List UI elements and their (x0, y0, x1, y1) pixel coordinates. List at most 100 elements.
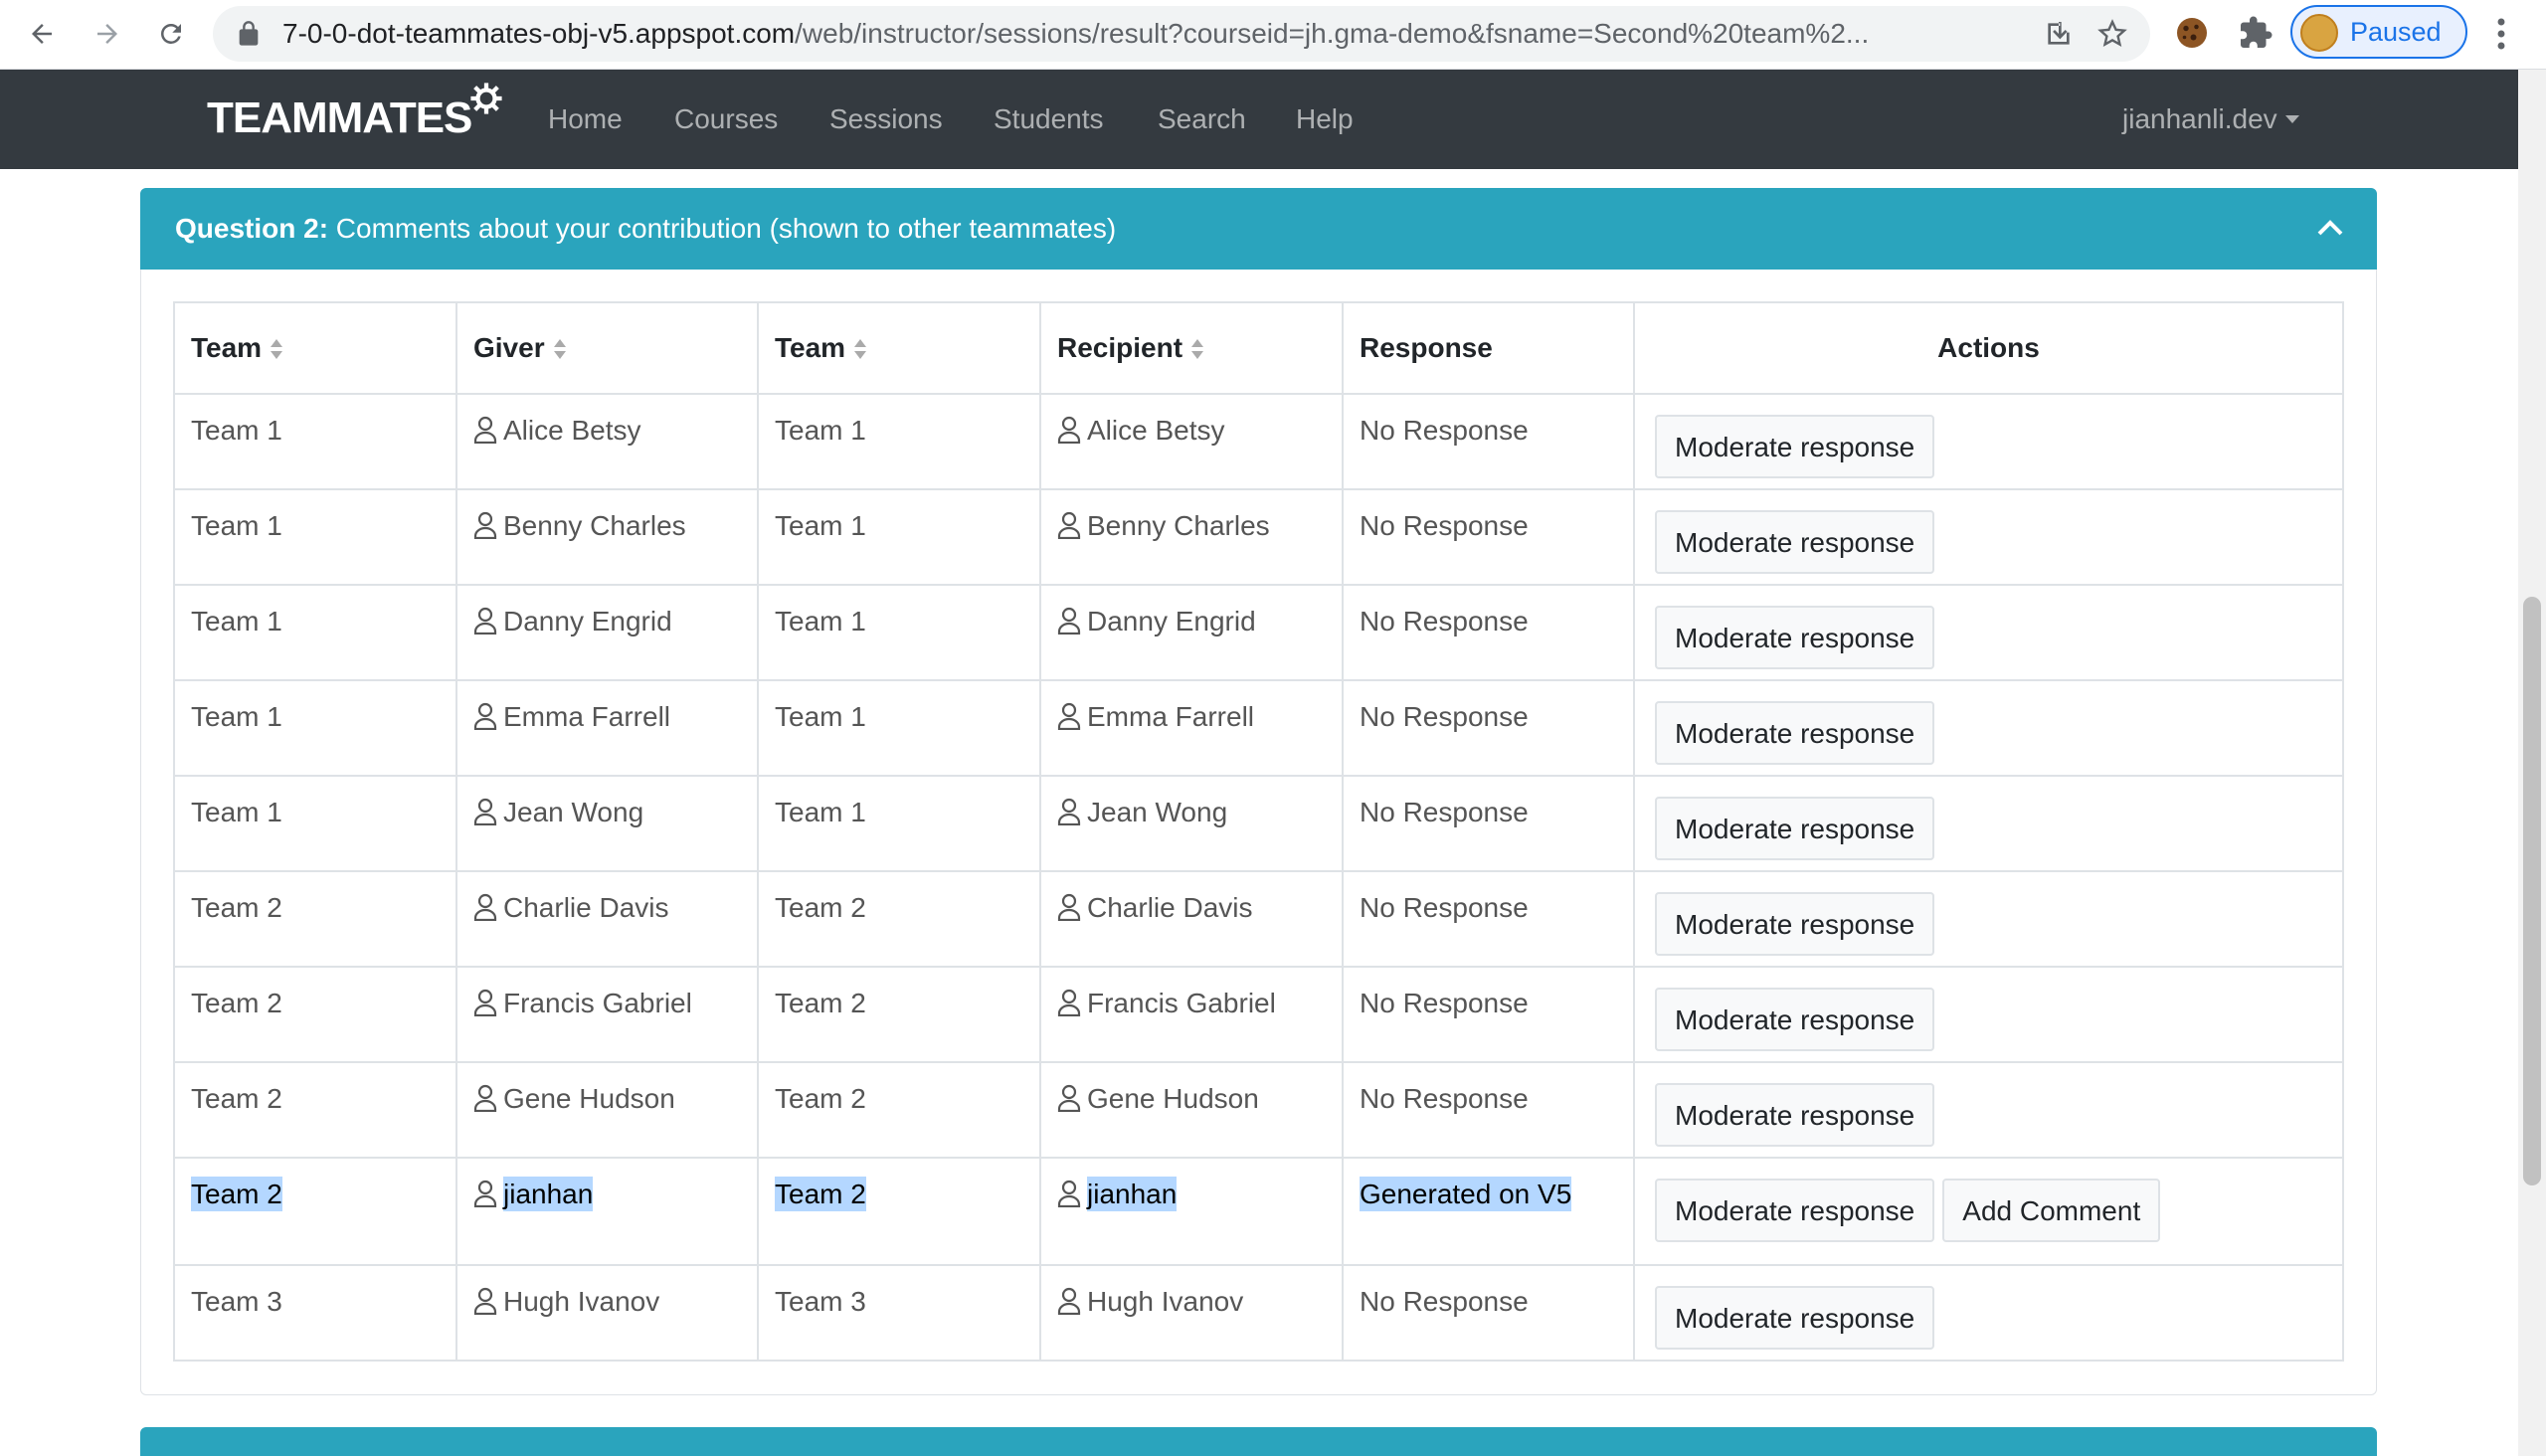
caret-down-icon (2284, 115, 2299, 123)
moderate-response-button[interactable]: Moderate response (1655, 892, 1935, 956)
cell-response: No Response (1342, 679, 1635, 777)
moderate-response-button[interactable]: Moderate response (1655, 701, 1935, 765)
header-recipient[interactable]: Recipient (1039, 301, 1344, 395)
person-icon (1057, 511, 1081, 539)
person-icon (473, 511, 497, 539)
extensions-puzzle-icon[interactable] (2238, 15, 2273, 51)
nav-search[interactable]: Search (1158, 70, 1246, 169)
person-icon (1057, 1180, 1081, 1207)
cell-recipient: Danny Engrid (1039, 584, 1344, 681)
giver-name: Emma Farrell (503, 701, 671, 732)
cell-recipient: jianhan (1039, 1157, 1344, 1266)
person-icon (1057, 798, 1081, 825)
moderate-response-button[interactable]: Moderate response (1655, 797, 1935, 860)
moderate-response-button[interactable]: Moderate response (1655, 510, 1935, 574)
cell-response: No Response (1342, 775, 1635, 872)
table-row: Team 2 Gene Hudson Team 2 Gene Hudson No Res… (173, 1061, 2344, 1159)
moderate-response-button[interactable]: Moderate response (1655, 988, 1935, 1051)
add-comment-button[interactable]: Add Comment (1942, 1179, 2161, 1242)
header-giver[interactable]: Giver (455, 301, 759, 395)
header-label: Team (775, 332, 846, 363)
moderate-response-button[interactable]: Moderate response (1655, 1083, 1935, 1147)
response-text: No Response (1360, 892, 1529, 923)
cell-recipient-team: Team 1 (757, 584, 1041, 681)
recipient-team-text: Team 2 (775, 892, 866, 923)
sort-icon (271, 339, 283, 359)
brand-logo[interactable]: TEAMMATES (207, 93, 472, 143)
response-text: No Response (1360, 701, 1529, 732)
back-arrow-icon (32, 24, 52, 44)
table-header-row: Team Giver Team Recipient Response Actio… (173, 301, 2344, 395)
recipient-team-text: Team 1 (775, 606, 866, 637)
giver-team-text: Team 3 (191, 1286, 282, 1317)
cell-recipient: Gene Hudson (1039, 1061, 1344, 1159)
sort-icon (1191, 339, 1204, 359)
moderate-response-button[interactable]: Moderate response (1655, 415, 1935, 478)
cell-response: Generated on V5 (1342, 1157, 1635, 1266)
nav-home[interactable]: Home (548, 70, 623, 169)
giver-name: Hugh Ivanov (503, 1286, 660, 1317)
person-icon (473, 607, 497, 635)
cell-recipient-team: Team 2 (757, 870, 1041, 968)
cell-giver-team: Team 2 (173, 1061, 457, 1159)
page-scrollbar-thumb[interactable] (2523, 597, 2541, 1185)
nav-help[interactable]: Help (1296, 70, 1354, 169)
reload-button[interactable] (149, 12, 193, 56)
person-icon (1057, 1084, 1081, 1112)
nav-students[interactable]: Students (994, 70, 1104, 169)
chevron-up-icon[interactable] (2315, 217, 2345, 239)
lock-icon (239, 21, 259, 46)
cell-actions: Moderate response (1633, 1061, 2344, 1159)
table-row: Team 1 Emma Farrell Team 1 Emma Farrell No R… (173, 679, 2344, 777)
nav-courses[interactable]: Courses (674, 70, 778, 169)
cell-giver-team: Team 1 (173, 488, 457, 586)
header-response: Response (1342, 301, 1635, 395)
cookie-extension-icon[interactable] (2174, 15, 2210, 51)
cell-actions: Moderate response (1633, 870, 2344, 968)
responses-table: Team Giver Team Recipient Response Actio… (173, 301, 2344, 1362)
giver-team-text: Team 2 (191, 1083, 282, 1114)
moderate-response-button[interactable]: Moderate response (1655, 1286, 1935, 1350)
next-question-header[interactable] (140, 1427, 2377, 1456)
header-recipient-team[interactable]: Team (757, 301, 1041, 395)
response-text: No Response (1360, 1083, 1529, 1114)
forward-button[interactable] (86, 12, 129, 56)
person-icon (1057, 989, 1081, 1016)
giver-name: jianhan (503, 1177, 594, 1211)
person-icon (473, 1287, 497, 1315)
response-text: Generated on V5 (1360, 1177, 1572, 1211)
cell-actions: Moderate response (1633, 1264, 2344, 1362)
recipient-name: Francis Gabriel (1087, 988, 1276, 1018)
moderate-response-button[interactable]: Moderate response (1655, 1179, 1935, 1242)
table-row: Team 2 Charlie Davis Team 2 Charlie Davis No… (173, 870, 2344, 968)
bookmark-star-icon[interactable] (2096, 18, 2128, 50)
header-actions: Actions (1633, 301, 2344, 395)
giver-name: Jean Wong (503, 797, 644, 827)
question-header[interactable]: Question 2: Comments about your contribu… (140, 188, 2377, 270)
back-button[interactable] (20, 12, 64, 56)
nav-sessions[interactable]: Sessions (829, 70, 943, 169)
recipient-name: Benny Charles (1087, 510, 1270, 541)
header-giver-team[interactable]: Team (173, 301, 457, 395)
profile-paused-button[interactable]: Paused (2290, 5, 2467, 59)
browser-menu-icon[interactable] (2486, 14, 2516, 54)
cell-recipient-team: Team 1 (757, 488, 1041, 586)
giver-team-text: Team 1 (191, 701, 282, 732)
cell-giver: jianhan (455, 1157, 759, 1266)
header-label: Team (191, 332, 263, 363)
cell-actions: Moderate response (1633, 584, 2344, 681)
recipient-team-text: Team 1 (775, 701, 866, 732)
user-dropdown[interactable]: jianhanli.dev (2122, 70, 2299, 169)
install-icon[interactable] (2043, 18, 2075, 50)
cell-giver-team: Team 3 (173, 1264, 457, 1362)
cell-actions: Moderate response Add Comment (1633, 1157, 2344, 1266)
user-name: jianhanli.dev (2122, 103, 2277, 134)
address-bar[interactable]: 7-0-0-dot-teammates-obj-v5.appspot.com/w… (213, 6, 2150, 62)
recipient-name: Jean Wong (1087, 797, 1228, 827)
cell-recipient: Alice Betsy (1039, 393, 1344, 490)
cell-actions: Moderate response (1633, 679, 2344, 777)
moderate-response-button[interactable]: Moderate response (1655, 606, 1935, 669)
cell-recipient: Francis Gabriel (1039, 966, 1344, 1063)
cell-giver-team: Team 1 (173, 584, 457, 681)
person-icon (473, 798, 497, 825)
